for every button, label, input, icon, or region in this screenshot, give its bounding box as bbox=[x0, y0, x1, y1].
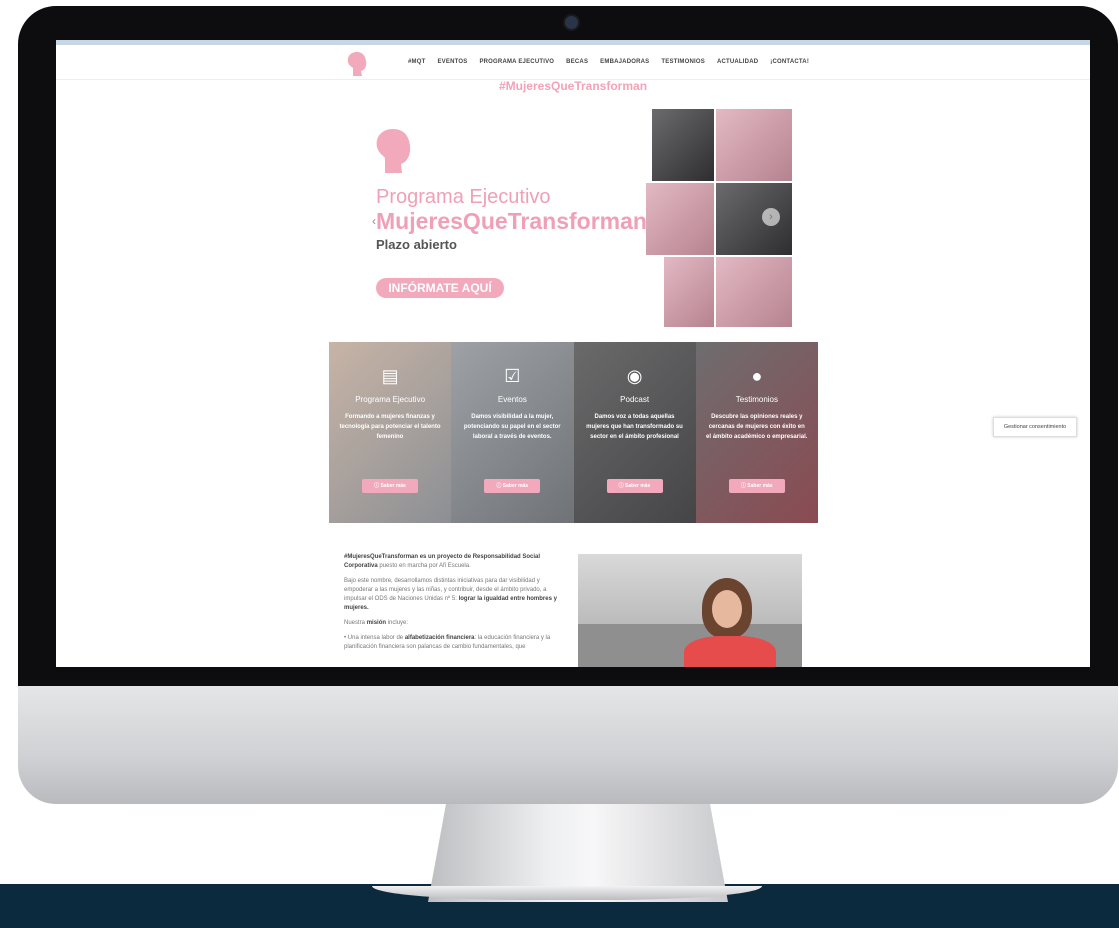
webcam bbox=[563, 14, 580, 31]
nav-item-testimonios[interactable]: TESTIMONIOS bbox=[661, 59, 705, 65]
collage-photo bbox=[716, 183, 792, 255]
nav-item-actualidad[interactable]: ACTUALIDAD bbox=[717, 59, 758, 65]
photo-face bbox=[712, 590, 742, 628]
about-paragraph: Bajo este nombre, desarrollamos distinta… bbox=[344, 577, 570, 613]
feature-programa[interactable]: ▤ Programa Ejecutivo Formando a mujeres … bbox=[329, 342, 452, 523]
chat-icon: ● bbox=[751, 366, 763, 386]
logo-head-icon[interactable] bbox=[346, 51, 368, 77]
website-screen: #MQT EVENTOS PROGRAMA EJECUTIVO BECAS EM… bbox=[56, 40, 1090, 667]
feature-title: Eventos bbox=[497, 395, 527, 404]
nav-item-mqt[interactable]: #MQT bbox=[408, 59, 425, 65]
podcast-icon: ◉ bbox=[626, 366, 643, 386]
collage-photo bbox=[716, 109, 792, 181]
saber-mas-button[interactable]: ⓘ Saber más bbox=[362, 479, 418, 493]
photo-blouse bbox=[684, 636, 776, 667]
feature-desc: Formando a mujeres finanzas y tecnología… bbox=[339, 414, 441, 440]
feature-title: Podcast bbox=[620, 395, 650, 404]
feature-testimonios[interactable]: ● Testimonios Descubre las opiniones rea… bbox=[695, 342, 818, 523]
about-text-span: puesto en marcha por Afi Escuela. bbox=[377, 563, 471, 569]
feature-eventos[interactable]: ☑ Eventos Damos visibilidad a la mujer, … bbox=[451, 342, 574, 523]
feature-title: Programa Ejecutivo bbox=[355, 395, 426, 404]
nav-item-becas[interactable]: BECAS bbox=[566, 59, 588, 65]
about-text: #MujeresQueTransforman es un proyecto de… bbox=[344, 553, 570, 658]
nav-item-eventos[interactable]: EVENTOS bbox=[437, 59, 467, 65]
informate-button[interactable]: INFÓRMATE AQUÍ bbox=[376, 278, 504, 298]
slider-next-arrow[interactable]: › bbox=[762, 208, 780, 226]
feature-boxes: ▤ Programa Ejecutivo Formando a mujeres … bbox=[329, 342, 818, 523]
hero-head-icon bbox=[376, 129, 411, 173]
about-paragraph: #MujeresQueTransforman es un proyecto de… bbox=[344, 553, 570, 571]
feature-desc: Damos visibilidad a la mujer, potenciand… bbox=[463, 414, 561, 440]
page-title: #MujeresQueTransforman bbox=[498, 79, 648, 93]
about-text-span: Nuestra bbox=[344, 620, 367, 626]
saber-mas-button[interactable]: ⓘ Saber más bbox=[728, 479, 785, 493]
collage-photo bbox=[646, 183, 714, 255]
slider-prev-arrow[interactable]: ‹ bbox=[372, 214, 376, 228]
feature-podcast[interactable]: ◉ Podcast Damos voz a todas aquellas muj… bbox=[573, 342, 696, 523]
mission-list-item: • Una intensa labor de alfabetización fi… bbox=[344, 634, 570, 652]
about-text-span: • Una intensa labor de bbox=[344, 635, 405, 641]
collage-photo bbox=[716, 257, 792, 327]
hero-tagline: Plazo abierto bbox=[376, 237, 457, 252]
feature-desc: Damos voz a todas aquellas mujeres que h… bbox=[586, 414, 683, 440]
about-photo bbox=[578, 554, 802, 667]
consent-button[interactable]: Gestionar consentimiento bbox=[993, 417, 1077, 437]
monitor-chin bbox=[18, 686, 1118, 804]
calendar-icon: ☑ bbox=[504, 366, 521, 386]
saber-mas-button[interactable]: ⓘ Saber más bbox=[606, 479, 663, 493]
feature-desc: Descubre las opiniones reales y cercanas… bbox=[706, 414, 808, 440]
book-icon: ▤ bbox=[381, 366, 399, 386]
about-text-span: incluye: bbox=[386, 620, 409, 626]
nav-item-programa-ejecutivo[interactable]: PROGRAMA EJECUTIVO bbox=[479, 59, 554, 65]
collage-photo bbox=[664, 257, 714, 327]
main-navigation: #MQT EVENTOS PROGRAMA EJECUTIVO BECAS EM… bbox=[56, 45, 1090, 80]
nav-menu: #MQT EVENTOS PROGRAMA EJECUTIVO BECAS EM… bbox=[408, 59, 821, 65]
hero-subtitle: MujeresQueTransforman bbox=[376, 208, 647, 234]
about-paragraph: Nuestra misión incluye: bbox=[344, 619, 570, 628]
feature-title: Testimonios bbox=[735, 395, 778, 404]
hero-title: Programa Ejecutivo bbox=[376, 186, 551, 208]
nav-item-embajadoras[interactable]: EMBAJADORAS bbox=[600, 59, 649, 65]
about-bold: alfabetización financiera bbox=[404, 635, 475, 641]
nav-item-contacta[interactable]: ¡CONTACTA! bbox=[770, 59, 809, 65]
about-bold: misión bbox=[366, 620, 387, 626]
saber-mas-button[interactable]: ⓘ Saber más bbox=[484, 479, 541, 493]
collage-photo bbox=[652, 109, 714, 181]
